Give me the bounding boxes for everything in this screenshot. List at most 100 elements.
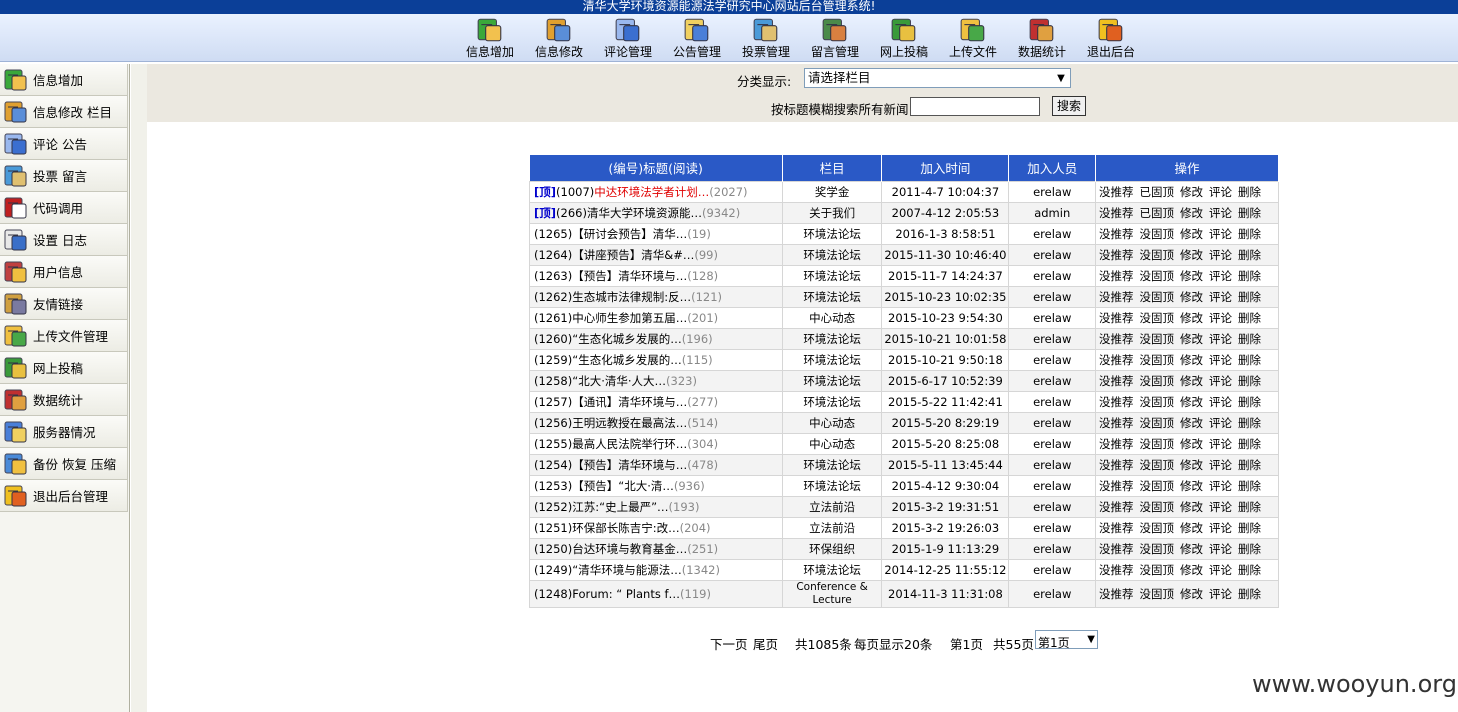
row-op-3[interactable]: 评论: [1209, 185, 1232, 199]
row-op-3[interactable]: 评论: [1209, 587, 1232, 601]
row-op-0[interactable]: 没推荐: [1099, 437, 1134, 451]
row-op-1[interactable]: 没固顶: [1140, 290, 1175, 304]
sidebar-item-4[interactable]: 代码调用: [0, 192, 128, 224]
row-op-3[interactable]: 评论: [1209, 542, 1232, 556]
sidebar-item-8[interactable]: 上传文件管理: [0, 320, 128, 352]
row-op-1[interactable]: 没固顶: [1140, 521, 1175, 535]
search-button[interactable]: 搜索: [1052, 96, 1086, 116]
page-select[interactable]: 第1页 ▼: [1035, 630, 1098, 650]
next-page-link[interactable]: 下一页: [710, 634, 748, 653]
sidebar-item-13[interactable]: 退出后台管理: [0, 480, 128, 512]
row-op-3[interactable]: 评论: [1209, 416, 1232, 430]
row-op-0[interactable]: 没推荐: [1099, 374, 1134, 388]
row-op-2[interactable]: 修改: [1180, 206, 1203, 220]
row-op-4[interactable]: 删除: [1238, 587, 1261, 601]
row-op-1[interactable]: 没固顶: [1140, 395, 1175, 409]
row-op-1[interactable]: 没固顶: [1140, 332, 1175, 346]
row-op-1[interactable]: 没固顶: [1140, 542, 1175, 556]
row-op-2[interactable]: 修改: [1180, 248, 1203, 262]
row-title-link[interactable]: 台达环境与教育基金…: [572, 542, 687, 556]
row-op-0[interactable]: 没推荐: [1099, 353, 1134, 367]
toolbar-submit-button[interactable]: 网上投稿: [872, 14, 936, 62]
row-title-link[interactable]: 【讲座预告】清华&#…: [572, 248, 694, 262]
row-title-link[interactable]: 最高人民法院举行环…: [572, 437, 687, 451]
row-op-3[interactable]: 评论: [1209, 521, 1232, 535]
row-title-link[interactable]: 清华大学环境资源能…: [587, 206, 702, 220]
row-title-link[interactable]: 中心师生参加第五届…: [572, 311, 687, 325]
row-op-4[interactable]: 删除: [1238, 353, 1261, 367]
row-title-link[interactable]: “北大·清华·人大…: [572, 374, 666, 388]
row-op-0[interactable]: 没推荐: [1099, 416, 1134, 430]
row-op-1[interactable]: 没固顶: [1140, 587, 1175, 601]
row-op-4[interactable]: 删除: [1238, 311, 1261, 325]
row-op-1[interactable]: 没固顶: [1140, 311, 1175, 325]
row-op-1[interactable]: 没固顶: [1140, 374, 1175, 388]
row-op-1[interactable]: 没固顶: [1140, 500, 1175, 514]
row-op-1[interactable]: 没固顶: [1140, 458, 1175, 472]
row-op-0[interactable]: 没推荐: [1099, 458, 1134, 472]
row-title-link[interactable]: 【预告】清华环境与…: [572, 458, 687, 472]
row-title-link[interactable]: Forum: “ Plants f…: [572, 587, 680, 601]
row-op-3[interactable]: 评论: [1209, 395, 1232, 409]
row-op-3[interactable]: 评论: [1209, 479, 1232, 493]
sidebar-item-5[interactable]: 设置 日志: [0, 224, 128, 256]
row-op-2[interactable]: 修改: [1180, 479, 1203, 493]
row-op-2[interactable]: 修改: [1180, 500, 1203, 514]
row-op-1[interactable]: 没固顶: [1140, 563, 1175, 577]
row-op-4[interactable]: 删除: [1238, 479, 1261, 493]
row-op-4[interactable]: 删除: [1238, 374, 1261, 388]
toolbar-upload-button[interactable]: 上传文件: [941, 14, 1005, 62]
sidebar-item-3[interactable]: 投票 留言: [0, 160, 128, 192]
row-op-1[interactable]: 没固顶: [1140, 479, 1175, 493]
toolbar-message-button[interactable]: 留言管理: [803, 14, 867, 62]
row-op-0[interactable]: 没推荐: [1099, 206, 1134, 220]
sidebar-item-9[interactable]: 网上投稿: [0, 352, 128, 384]
row-op-0[interactable]: 没推荐: [1099, 521, 1134, 535]
row-op-4[interactable]: 删除: [1238, 521, 1261, 535]
row-op-1[interactable]: 已固顶: [1140, 185, 1175, 199]
row-op-4[interactable]: 删除: [1238, 185, 1261, 199]
row-op-0[interactable]: 没推荐: [1099, 395, 1134, 409]
row-op-4[interactable]: 删除: [1238, 458, 1261, 472]
sidebar-item-10[interactable]: 数据统计: [0, 384, 128, 416]
row-op-1[interactable]: 没固顶: [1140, 353, 1175, 367]
row-op-3[interactable]: 评论: [1209, 563, 1232, 577]
toolbar-vote-button[interactable]: 投票管理: [734, 14, 798, 62]
row-op-2[interactable]: 修改: [1180, 374, 1203, 388]
search-input[interactable]: [910, 97, 1040, 116]
row-op-4[interactable]: 删除: [1238, 416, 1261, 430]
row-op-1[interactable]: 已固顶: [1140, 206, 1175, 220]
row-op-4[interactable]: 删除: [1238, 500, 1261, 514]
row-title-link[interactable]: “生态化城乡发展的…: [572, 332, 681, 346]
row-op-0[interactable]: 没推荐: [1099, 269, 1134, 283]
row-op-3[interactable]: 评论: [1209, 353, 1232, 367]
toolbar-add-info-button[interactable]: 信息增加: [458, 14, 522, 62]
row-op-2[interactable]: 修改: [1180, 353, 1203, 367]
sidebar-item-2[interactable]: 评论 公告: [0, 128, 128, 160]
row-op-3[interactable]: 评论: [1209, 290, 1232, 304]
row-op-0[interactable]: 没推荐: [1099, 563, 1134, 577]
row-op-3[interactable]: 评论: [1209, 500, 1232, 514]
row-op-2[interactable]: 修改: [1180, 290, 1203, 304]
row-op-2[interactable]: 修改: [1180, 269, 1203, 283]
sidebar-item-1[interactable]: 信息修改 栏目: [0, 96, 128, 128]
row-title-link[interactable]: 中达环境法学者计划…: [594, 185, 709, 199]
row-title-link[interactable]: 环保部长陈吉宁:改…: [572, 521, 679, 535]
row-op-2[interactable]: 修改: [1180, 332, 1203, 346]
row-op-4[interactable]: 删除: [1238, 227, 1261, 241]
row-op-1[interactable]: 没固顶: [1140, 269, 1175, 283]
row-title-link[interactable]: 【通讯】清华环境与…: [572, 395, 687, 409]
row-title-link[interactable]: “清华环境与能源法…: [572, 563, 681, 577]
row-title-link[interactable]: 【研讨会预告】清华…: [572, 227, 687, 241]
row-op-2[interactable]: 修改: [1180, 437, 1203, 451]
row-op-4[interactable]: 删除: [1238, 437, 1261, 451]
row-op-2[interactable]: 修改: [1180, 395, 1203, 409]
toolbar-edit-info-button[interactable]: 信息修改: [527, 14, 591, 62]
row-op-1[interactable]: 没固顶: [1140, 416, 1175, 430]
row-op-3[interactable]: 评论: [1209, 227, 1232, 241]
row-op-2[interactable]: 修改: [1180, 416, 1203, 430]
row-op-0[interactable]: 没推荐: [1099, 311, 1134, 325]
row-op-2[interactable]: 修改: [1180, 311, 1203, 325]
row-op-1[interactable]: 没固顶: [1140, 248, 1175, 262]
sidebar-item-11[interactable]: 服务器情况: [0, 416, 128, 448]
